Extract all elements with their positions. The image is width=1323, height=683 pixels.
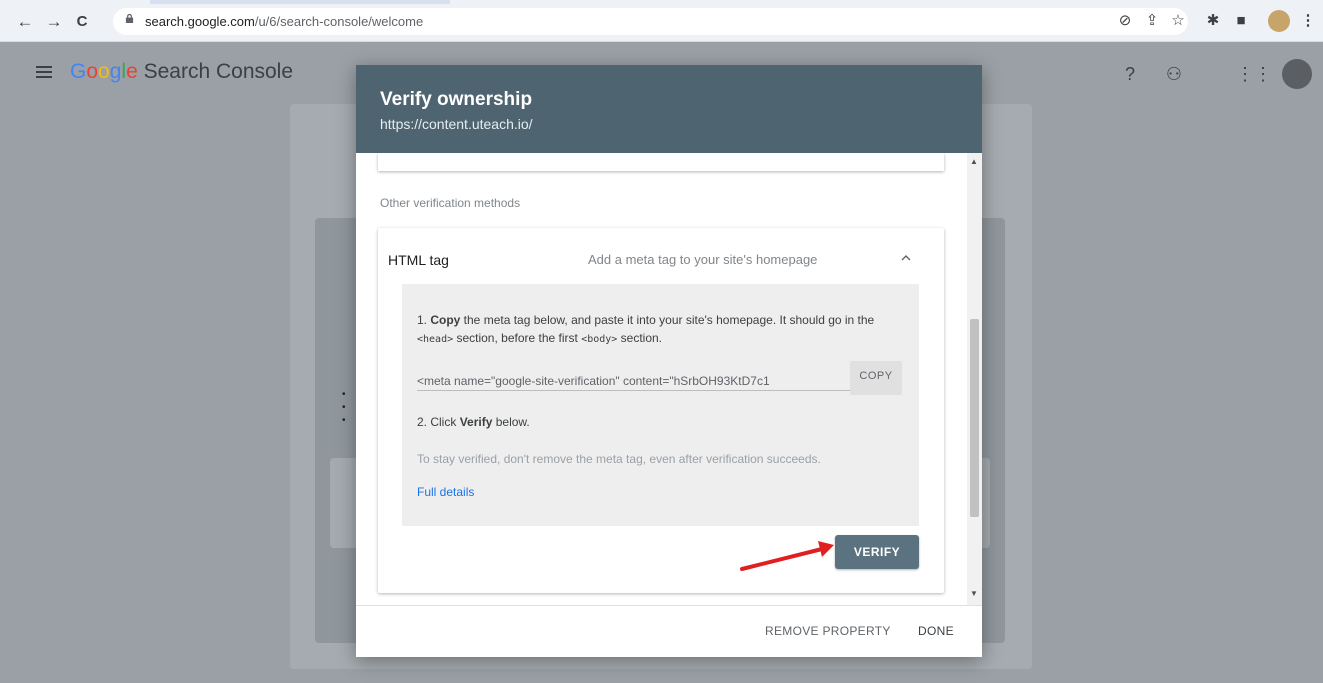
lock-icon <box>125 14 134 23</box>
browser-toolbar: ← → C search.google.com/u/6/search-conso… <box>0 0 1323 42</box>
other-methods-label: Other verification methods <box>380 196 521 210</box>
meta-tag-input[interactable] <box>417 372 853 391</box>
url-text: search.google.com/u/6/search-console/wel… <box>145 14 423 29</box>
address-bar[interactable]: search.google.com/u/6/search-console/wel… <box>113 8 1188 35</box>
side-panel-icon[interactable]: ■ <box>1231 11 1251 31</box>
method-description: Add a meta tag to your site's homepage <box>588 252 818 267</box>
stay-verified-note: To stay verified, don't remove the meta … <box>417 452 821 466</box>
hamburger-menu-icon[interactable] <box>36 66 52 78</box>
instructions-box: 1. Copy the meta tag below, and paste it… <box>402 284 919 526</box>
verify-ownership-dialog: Verify ownership https://content.uteach.… <box>356 65 982 657</box>
full-details-link[interactable]: Full details <box>417 485 474 499</box>
background-dots: • • • <box>342 389 346 426</box>
eye-off-icon[interactable]: ⊘ <box>1115 11 1135 31</box>
red-annotation-arrow <box>740 541 834 571</box>
scroll-down-icon[interactable]: ▼ <box>970 589 978 598</box>
product-name: Search Console <box>143 60 294 83</box>
previous-method-card <box>378 153 944 171</box>
help-icon[interactable]: ? <box>1118 62 1142 86</box>
page-scrollbar[interactable] <box>1311 106 1323 683</box>
share-icon[interactable]: ⇪ <box>1142 11 1162 31</box>
reload-icon[interactable]: C <box>71 11 93 33</box>
dialog-footer: REMOVE PROPERTY DONE <box>356 605 982 657</box>
search-console-logo: Google Search Console <box>70 60 294 83</box>
dialog-scrollbar[interactable]: ▲ ▼ <box>967 153 982 605</box>
scrollbar-thumb[interactable] <box>970 319 979 517</box>
dialog-header: Verify ownership https://content.uteach.… <box>356 65 982 153</box>
manage-users-icon[interactable]: ⚇ <box>1162 62 1186 86</box>
forward-arrow-icon[interactable]: → <box>43 11 65 33</box>
html-tag-method-card: HTML tag Add a meta tag to your site's h… <box>378 228 944 593</box>
avatar[interactable] <box>1282 59 1312 89</box>
copy-button[interactable]: COPY <box>850 361 902 395</box>
apps-grid-icon[interactable]: ⋮⋮ <box>1236 62 1272 86</box>
browser-profile-avatar[interactable] <box>1268 10 1290 32</box>
step1-text: 1. Copy the meta tag below, and paste it… <box>417 313 875 345</box>
browser-menu-icon[interactable]: ⋮ <box>1298 11 1318 31</box>
step2-text: 2. Click Verify below. <box>417 415 530 429</box>
remove-property-button[interactable]: REMOVE PROPERTY <box>765 624 891 638</box>
property-url: https://content.uteach.io/ <box>380 116 533 132</box>
dialog-scroll-area[interactable]: Other verification methods HTML tag Add … <box>356 153 982 605</box>
method-title[interactable]: HTML tag <box>388 252 449 268</box>
dialog-title: Verify ownership <box>380 89 533 110</box>
url-path: /u/6/search-console/welcome <box>254 14 424 29</box>
url-host: search.google.com <box>145 14 255 29</box>
tab-strip <box>150 0 450 4</box>
chevron-up-icon[interactable] <box>901 253 911 263</box>
scroll-up-icon[interactable]: ▲ <box>970 157 978 166</box>
done-button[interactable]: DONE <box>918 624 954 638</box>
star-icon[interactable]: ☆ <box>1168 11 1188 31</box>
back-arrow-icon[interactable]: ← <box>14 11 36 33</box>
extensions-icon[interactable]: ✱ <box>1203 11 1223 31</box>
